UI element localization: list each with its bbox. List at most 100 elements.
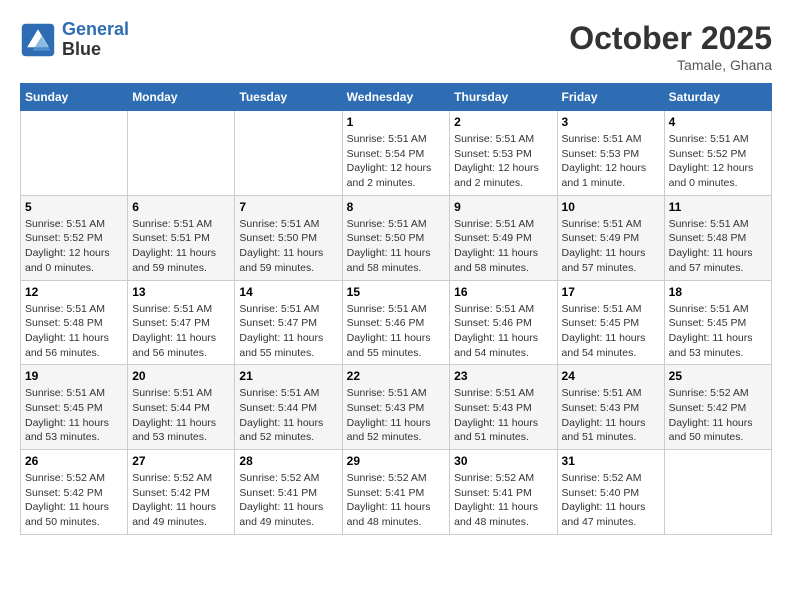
calendar-cell: 4 Sunrise: 5:51 AMSunset: 5:52 PMDaylight… — [664, 111, 771, 196]
calendar-cell — [128, 111, 235, 196]
day-info: Sunrise: 5:51 AMSunset: 5:45 PMDaylight:… — [25, 386, 123, 445]
logo-text: General Blue — [62, 20, 129, 60]
weekday-header-monday: Monday — [128, 84, 235, 111]
day-info: Sunrise: 5:51 AMSunset: 5:46 PMDaylight:… — [347, 302, 446, 361]
day-info: Sunrise: 5:51 AMSunset: 5:47 PMDaylight:… — [132, 302, 230, 361]
weekday-header-row: SundayMondayTuesdayWednesdayThursdayFrid… — [21, 84, 772, 111]
title-block: October 2025 Tamale, Ghana — [569, 20, 772, 73]
weekday-header-saturday: Saturday — [664, 84, 771, 111]
day-number: 17 — [562, 285, 660, 299]
day-info: Sunrise: 5:51 AMSunset: 5:44 PMDaylight:… — [132, 386, 230, 445]
day-info: Sunrise: 5:52 AMSunset: 5:41 PMDaylight:… — [454, 471, 552, 530]
day-number: 21 — [239, 369, 337, 383]
page-header: General Blue October 2025 Tamale, Ghana — [20, 20, 772, 73]
weekday-header-sunday: Sunday — [21, 84, 128, 111]
day-number: 10 — [562, 200, 660, 214]
day-number: 31 — [562, 454, 660, 468]
day-number: 26 — [25, 454, 123, 468]
calendar-cell: 16 Sunrise: 5:51 AMSunset: 5:46 PMDayligh… — [450, 280, 557, 365]
calendar-cell — [235, 111, 342, 196]
day-info: Sunrise: 5:51 AMSunset: 5:50 PMDaylight:… — [347, 217, 446, 276]
month-title: October 2025 — [569, 20, 772, 57]
calendar-cell: 1Sunrise: 5:51 AMSunset: 5:54 PMDaylight… — [342, 111, 450, 196]
calendar-cell — [21, 111, 128, 196]
week-row-0: 1Sunrise: 5:51 AMSunset: 5:54 PMDaylight… — [21, 111, 772, 196]
weekday-header-thursday: Thursday — [450, 84, 557, 111]
calendar-cell: 30 Sunrise: 5:52 AMSunset: 5:41 PMDayligh… — [450, 450, 557, 535]
day-number: 6 — [132, 200, 230, 214]
day-number: 24 — [562, 369, 660, 383]
day-number: 30 — [454, 454, 552, 468]
calendar-cell: 9 Sunrise: 5:51 AMSunset: 5:49 PMDaylight… — [450, 195, 557, 280]
calendar-cell: 25 Sunrise: 5:52 AMSunset: 5:42 PMDayligh… — [664, 365, 771, 450]
day-number: 29 — [347, 454, 446, 468]
day-number: 16 — [454, 285, 552, 299]
calendar-cell: 23Sunrise: 5:51 AMSunset: 5:43 PMDayligh… — [450, 365, 557, 450]
logo-line2: Blue — [62, 40, 129, 60]
day-number: 14 — [239, 285, 337, 299]
day-number: 3 — [562, 115, 660, 129]
day-number: 27 — [132, 454, 230, 468]
day-number: 5 — [25, 200, 123, 214]
day-number: 23 — [454, 369, 552, 383]
calendar-cell: 14Sunrise: 5:51 AMSunset: 5:47 PMDayligh… — [235, 280, 342, 365]
day-info: Sunrise: 5:51 AMSunset: 5:52 PMDaylight:… — [669, 132, 767, 191]
calendar-cell: 10 Sunrise: 5:51 AMSunset: 5:49 PMDayligh… — [557, 195, 664, 280]
calendar-cell: 24 Sunrise: 5:51 AMSunset: 5:43 PMDayligh… — [557, 365, 664, 450]
day-number: 7 — [239, 200, 337, 214]
calendar-cell: 17Sunrise: 5:51 AMSunset: 5:45 PMDayligh… — [557, 280, 664, 365]
day-info: Sunrise: 5:51 AMSunset: 5:50 PMDaylight:… — [239, 217, 337, 276]
calendar-cell: 12 Sunrise: 5:51 AMSunset: 5:48 PMDayligh… — [21, 280, 128, 365]
day-info: Sunrise: 5:51 AMSunset: 5:53 PMDaylight:… — [454, 132, 552, 191]
day-info: Sunrise: 5:52 AMSunset: 5:40 PMDaylight:… — [562, 471, 660, 530]
week-row-2: 12 Sunrise: 5:51 AMSunset: 5:48 PMDayligh… — [21, 280, 772, 365]
calendar-cell: 3 Sunrise: 5:51 AMSunset: 5:53 PMDaylight… — [557, 111, 664, 196]
day-number: 4 — [669, 115, 767, 129]
calendar-cell: 20Sunrise: 5:51 AMSunset: 5:44 PMDayligh… — [128, 365, 235, 450]
calendar-cell: 7 Sunrise: 5:51 AMSunset: 5:50 PMDaylight… — [235, 195, 342, 280]
calendar-cell: 26 Sunrise: 5:52 AMSunset: 5:42 PMDayligh… — [21, 450, 128, 535]
day-number: 25 — [669, 369, 767, 383]
calendar-cell: 6 Sunrise: 5:51 AMSunset: 5:51 PMDaylight… — [128, 195, 235, 280]
day-number: 22 — [347, 369, 446, 383]
day-info: Sunrise: 5:51 AMSunset: 5:46 PMDaylight:… — [454, 302, 552, 361]
day-info: Sunrise: 5:51 AMSunset: 5:53 PMDaylight:… — [562, 132, 660, 191]
day-number: 8 — [347, 200, 446, 214]
day-info: Sunrise: 5:52 AMSunset: 5:42 PMDaylight:… — [669, 386, 767, 445]
day-info: Sunrise: 5:51 AMSunset: 5:49 PMDaylight:… — [562, 217, 660, 276]
calendar-table: SundayMondayTuesdayWednesdayThursdayFrid… — [20, 83, 772, 535]
calendar-cell: 19 Sunrise: 5:51 AMSunset: 5:45 PMDayligh… — [21, 365, 128, 450]
day-number: 19 — [25, 369, 123, 383]
day-number: 12 — [25, 285, 123, 299]
day-info: Sunrise: 5:51 AMSunset: 5:48 PMDaylight:… — [25, 302, 123, 361]
day-info: Sunrise: 5:52 AMSunset: 5:41 PMDaylight:… — [239, 471, 337, 530]
calendar-cell: 5 Sunrise: 5:51 AMSunset: 5:52 PMDaylight… — [21, 195, 128, 280]
day-info: Sunrise: 5:51 AMSunset: 5:52 PMDaylight:… — [25, 217, 123, 276]
day-number: 18 — [669, 285, 767, 299]
week-row-3: 19 Sunrise: 5:51 AMSunset: 5:45 PMDayligh… — [21, 365, 772, 450]
day-number: 28 — [239, 454, 337, 468]
day-number: 9 — [454, 200, 552, 214]
calendar-cell: 13Sunrise: 5:51 AMSunset: 5:47 PMDayligh… — [128, 280, 235, 365]
weekday-header-wednesday: Wednesday — [342, 84, 450, 111]
day-info: Sunrise: 5:52 AMSunset: 5:41 PMDaylight:… — [347, 471, 446, 530]
calendar-cell: 27Sunrise: 5:52 AMSunset: 5:42 PMDayligh… — [128, 450, 235, 535]
calendar-cell: 11Sunrise: 5:51 AMSunset: 5:48 PMDayligh… — [664, 195, 771, 280]
day-number: 11 — [669, 200, 767, 214]
week-row-4: 26 Sunrise: 5:52 AMSunset: 5:42 PMDayligh… — [21, 450, 772, 535]
calendar-cell: 22 Sunrise: 5:51 AMSunset: 5:43 PMDayligh… — [342, 365, 450, 450]
day-info: Sunrise: 5:51 AMSunset: 5:43 PMDaylight:… — [347, 386, 446, 445]
calendar-cell: 2Sunrise: 5:51 AMSunset: 5:53 PMDaylight… — [450, 111, 557, 196]
calendar-cell: 18Sunrise: 5:51 AMSunset: 5:45 PMDayligh… — [664, 280, 771, 365]
day-number: 15 — [347, 285, 446, 299]
day-number: 1 — [347, 115, 446, 129]
day-info: Sunrise: 5:52 AMSunset: 5:42 PMDaylight:… — [25, 471, 123, 530]
day-info: Sunrise: 5:51 AMSunset: 5:44 PMDaylight:… — [239, 386, 337, 445]
day-info: Sunrise: 5:51 AMSunset: 5:51 PMDaylight:… — [132, 217, 230, 276]
day-info: Sunrise: 5:51 AMSunset: 5:49 PMDaylight:… — [454, 217, 552, 276]
weekday-header-tuesday: Tuesday — [235, 84, 342, 111]
logo: General Blue — [20, 20, 129, 60]
day-info: Sunrise: 5:51 AMSunset: 5:43 PMDaylight:… — [562, 386, 660, 445]
logo-icon — [20, 22, 56, 58]
calendar-cell: 15 Sunrise: 5:51 AMSunset: 5:46 PMDayligh… — [342, 280, 450, 365]
